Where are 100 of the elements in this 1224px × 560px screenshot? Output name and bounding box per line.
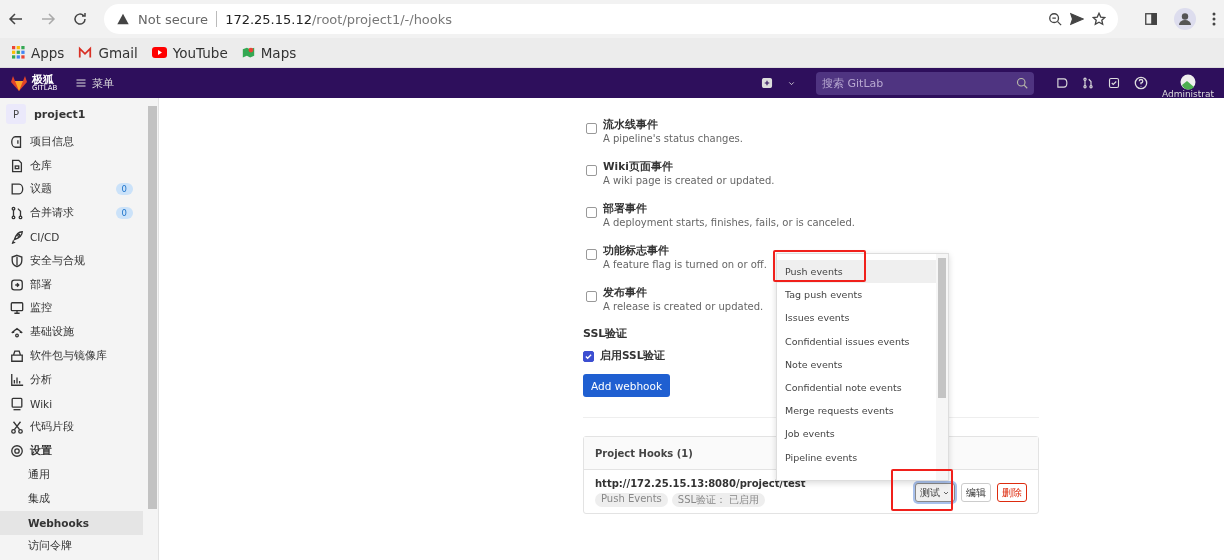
shield-icon: [10, 253, 24, 268]
sidebar-item[interactable]: Webhooks: [0, 510, 143, 535]
sidebar-item[interactable]: Wiki: [0, 391, 147, 416]
event-description: A pipeline's status changes.: [603, 132, 743, 146]
checkbox[interactable]: [586, 123, 597, 134]
menu-item[interactable]: Job events: [777, 422, 936, 446]
menu-item[interactable]: Push events: [777, 260, 936, 284]
card-title: Project Hooks (1): [595, 447, 693, 459]
sidebar-item[interactable]: 软件包与镜像库: [0, 344, 147, 368]
bookmark-link[interactable]: Maps: [260, 44, 297, 61]
monitor-icon: [10, 301, 24, 316]
back-arrow-icon: [8, 11, 24, 27]
scrollbar[interactable]: [936, 254, 948, 480]
delete-button[interactable]: 删除: [997, 483, 1027, 502]
event-description: A release is created or updated.: [603, 300, 764, 314]
issue-icon: [1056, 77, 1068, 89]
sidebar-item[interactable]: 集成: [0, 486, 147, 511]
sidebar-item[interactable]: 监控: [0, 296, 147, 321]
avatar-icon[interactable]: [1180, 73, 1196, 90]
forward-arrow-icon: [40, 11, 56, 27]
bookmark-link[interactable]: YouTube: [172, 44, 228, 61]
edit-button[interactable]: 编辑: [961, 483, 991, 502]
book-icon: [10, 396, 24, 411]
issue-icon: [10, 182, 24, 197]
tag: SSL验证： 已启用: [671, 493, 766, 507]
sidebar-item[interactable]: 项目信息: [0, 130, 147, 154]
event-description: A wiki page is created or updated.: [603, 174, 775, 188]
gear-icon: [10, 444, 24, 459]
zoom-out-icon: [1048, 12, 1062, 26]
apps-grid-icon: [12, 46, 25, 59]
reload-icon: [72, 11, 88, 27]
checkbox[interactable]: [586, 291, 597, 302]
sidebar-item[interactable]: 通用: [0, 463, 147, 487]
add-webhook-button[interactable]: Add webhook: [583, 374, 670, 397]
sidebar-item[interactable]: 设置: [0, 439, 147, 464]
sidebar-item[interactable]: 基础设施: [0, 320, 147, 345]
merge-request-icon: [1082, 77, 1094, 89]
sidebar-item[interactable]: 分析: [0, 367, 147, 392]
menu-item[interactable]: Pipeline events: [777, 445, 936, 469]
search-field[interactable]: 搜索 GitLab: [816, 71, 1034, 95]
project-name[interactable]: project1: [34, 107, 86, 121]
todo-check-icon: [1108, 77, 1120, 89]
warning-icon: [116, 12, 130, 26]
play-icon: [151, 47, 167, 58]
chart-icon: [10, 372, 24, 387]
send-icon: [1070, 12, 1084, 26]
sidebar-item[interactable]: 安全与合规: [0, 249, 147, 273]
fox-logo-icon: [10, 75, 28, 91]
help-icon: [1134, 76, 1148, 90]
sidebar-item[interactable]: 议题 0: [0, 177, 147, 202]
brand-name: 极狐: [32, 74, 54, 85]
bookmark-link[interactable]: Gmail: [98, 44, 138, 61]
menu-item[interactable]: Confidential issues events: [777, 329, 936, 353]
rocket-icon: [10, 230, 24, 245]
sidebar-item[interactable]: CI/CD: [0, 225, 147, 249]
sidebar-item[interactable]: 合并请求 0: [0, 201, 147, 226]
sidebar-item[interactable]: 代码片段: [0, 415, 147, 440]
scissors-icon: [10, 420, 24, 435]
menu-button[interactable]: 菜单: [75, 75, 115, 91]
hook-url: http://172.25.15.13:8080/project/test: [595, 478, 806, 489]
checkbox[interactable]: [586, 207, 597, 218]
menu-item[interactable]: Tag push events: [777, 283, 936, 307]
document-icon: [10, 158, 24, 173]
menu-item[interactable]: Note events: [777, 352, 936, 376]
address-bar[interactable]: Not secure 172.25.15.12/root/project1/-/hooks: [104, 4, 1118, 34]
bookmark-link[interactable]: Apps: [31, 44, 65, 61]
sidebar-item[interactable]: 仓库: [0, 153, 147, 178]
sidebar-item[interactable]: 访问令牌: [0, 534, 147, 559]
count-badge: 0: [115, 183, 133, 196]
star-icon: [1092, 12, 1106, 26]
mail-icon: [78, 45, 93, 60]
event-title: 发布事件: [603, 285, 648, 299]
event-title: 流水线事件: [603, 117, 659, 131]
sidebar-item[interactable]: 部署: [0, 272, 147, 297]
checkbox[interactable]: [583, 350, 594, 362]
event-description: A feature flag is turned on or off.: [603, 258, 767, 272]
highlight-box: [891, 469, 953, 511]
menu-item[interactable]: Confidential note events: [777, 375, 936, 400]
event-description: A deployment starts, finishes, fails, or is canceled.: [603, 216, 855, 230]
checkbox[interactable]: [586, 249, 597, 260]
profile-icon[interactable]: [1174, 8, 1196, 30]
menu-item[interactable]: Merge requests events: [777, 399, 936, 423]
checkbox[interactable]: [586, 165, 597, 176]
event-title: 功能标志事件: [603, 243, 670, 257]
security-label: Not secure: [138, 11, 209, 27]
test-button[interactable]: 测试: [915, 483, 955, 502]
deploy-icon: [10, 277, 24, 292]
count-badge: 0: [115, 207, 133, 220]
event-title: 部署事件: [603, 201, 648, 215]
menu-icon: [75, 77, 88, 89]
event-title: Wiki页面事件: [603, 159, 674, 173]
section-heading: SSL验证: [583, 326, 629, 341]
more-icon[interactable]: [1212, 12, 1216, 26]
menu-item[interactable]: Issues events: [777, 306, 936, 330]
package-icon: [10, 349, 24, 364]
tag: Push Events: [595, 493, 668, 507]
url-text: 172.25.15.12/root/project1/-/hooks: [225, 11, 453, 27]
merge-request-icon: [10, 206, 24, 221]
info-icon: [10, 134, 24, 149]
checkbox-label: 启用SSL验证: [600, 349, 666, 363]
